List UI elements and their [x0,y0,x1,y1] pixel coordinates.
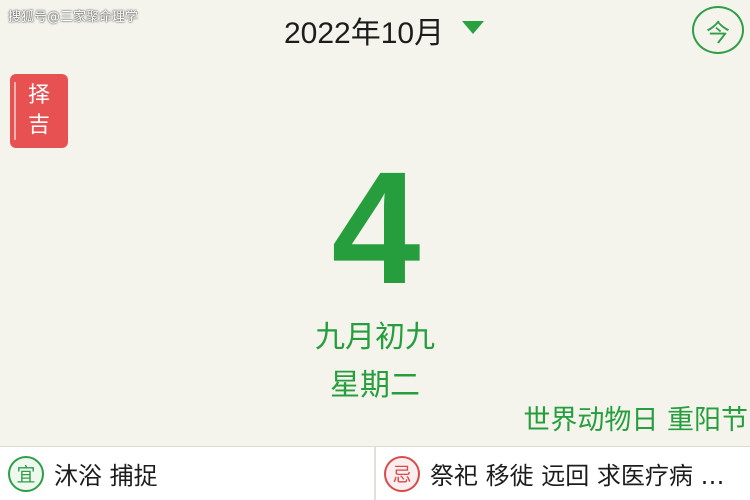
ji-section[interactable]: 忌 祭祀 移徙 远回 求医疗病 … [374,447,750,500]
month-selector[interactable]: 2022年10月 [284,10,485,50]
yi-badge-icon: 宜 [8,455,44,492]
ji-badge-icon: 忌 [384,455,420,492]
yi-text: 沐浴 捕捉 [54,462,158,490]
festival-label[interactable]: 世界动物日 重阳节 [523,398,748,437]
day-number: 4 [331,138,421,317]
book-spine-icon [14,82,16,140]
month-label: 2022年10月 [284,17,445,50]
today-button[interactable]: 今 [692,6,744,54]
zeji-label-1: 择 [27,83,50,108]
yi-ji-bar: 宜 沐浴 捕捉 忌 祭祀 移徙 远回 求医疗病 … [0,446,750,500]
triangle-down-icon[interactable] [462,20,485,34]
zeji-button[interactable]: 择 吉 [10,74,68,148]
watermark: 搜狐号@三家聚命理学 [8,10,139,25]
ji-text: 祭祀 移徙 远回 求医疗病 … [430,462,725,490]
yi-section[interactable]: 宜 沐浴 捕捉 [0,447,374,500]
lunar-date: 九月初九 [315,320,435,355]
today-label: 今 [706,18,730,47]
zeji-label-2: 吉 [27,113,50,138]
